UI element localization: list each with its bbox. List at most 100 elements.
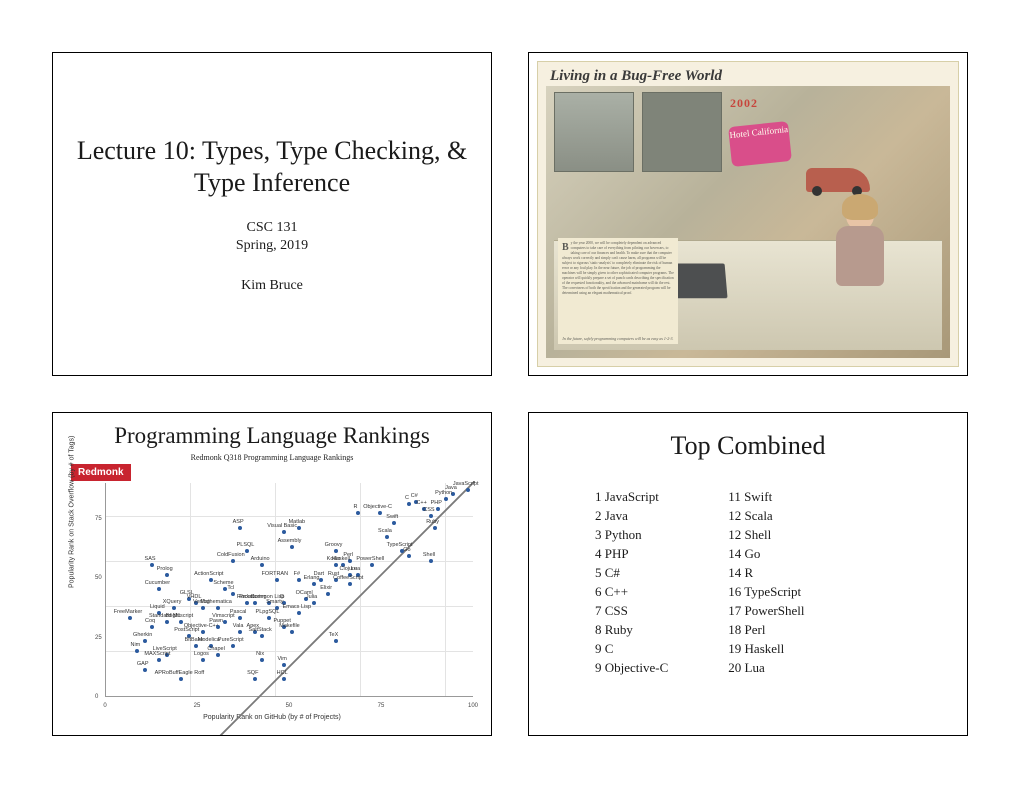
data-point: [275, 578, 279, 582]
y-axis-label: Popularity Rank on Stack Overflow (by # …: [69, 436, 76, 588]
data-point-label: APRoBuffEagle Roff: [155, 670, 205, 676]
data-point: [238, 526, 242, 530]
data-point: [238, 630, 242, 634]
data-point: [143, 668, 147, 672]
data-point-label: Arduino: [251, 556, 270, 562]
ranking-item: 18 Perl: [728, 622, 804, 638]
neon-sign: Hotel California: [728, 121, 792, 167]
data-point: [436, 507, 440, 511]
ranking-item: 4 PHP: [595, 546, 668, 562]
data-point-label: C++: [416, 499, 426, 505]
data-point-label: Emacs Lisp: [283, 604, 311, 610]
data-point-label: Logos: [194, 651, 209, 657]
ranking-item: 3 Python: [595, 527, 668, 543]
data-point-label: ActionScript: [194, 570, 223, 576]
ranking-item: 9 C: [595, 641, 668, 657]
year-sign: 2002: [730, 96, 758, 111]
data-point-label: Python: [435, 490, 452, 496]
data-point: [209, 578, 213, 582]
data-point: [312, 582, 316, 586]
drop-cap: B: [562, 241, 569, 255]
data-point-label: GAP: [137, 660, 149, 666]
data-point-label: Ruby: [426, 518, 439, 524]
data-point-label: Visual Basic: [267, 523, 297, 529]
ranking-item: 19 Haskell: [728, 641, 804, 657]
data-point: [194, 644, 198, 648]
data-point: [128, 616, 132, 620]
data-point: [290, 545, 294, 549]
ranking-item: 14 Go: [728, 546, 804, 562]
x-tick: 50: [286, 703, 293, 709]
x-tick: 75: [378, 703, 385, 709]
data-point: [143, 639, 147, 643]
ranking-item: 17 PowerShell: [728, 603, 804, 619]
data-point-label: Erlang: [304, 575, 320, 581]
ad-body-text: B y the year 2000, we will be completely…: [558, 238, 678, 344]
data-point-label: SaltStack: [249, 627, 272, 633]
rankings-columns: 1 JavaScript2 Java3 Python4 PHP5 C#6 C++…: [557, 489, 939, 676]
data-point-label: Nim: [130, 641, 140, 647]
data-point-label: SAS: [145, 556, 156, 562]
data-point: [297, 578, 301, 582]
data-point-label: Scala: [378, 528, 392, 534]
shop-window-icon: [642, 92, 722, 172]
ranking-item: 12 Scala: [728, 508, 804, 524]
y-tick: 50: [95, 575, 102, 581]
ad-illustration: 2002 Hotel California B y the year 2000,…: [546, 86, 950, 358]
ad-frame: Living in a Bug-Free World 2002 Hotel Ca…: [537, 61, 959, 367]
hovercar-icon: [806, 168, 870, 192]
data-point: [312, 601, 316, 605]
y-tick: 75: [95, 516, 102, 522]
data-point: [297, 611, 301, 615]
data-point-label: Vim: [277, 656, 286, 662]
data-point: [231, 644, 235, 648]
data-point-label: Mathematica: [200, 599, 232, 605]
data-point-label: ColdFusion: [217, 552, 245, 558]
data-point-label: F#: [294, 570, 300, 576]
data-point: [290, 630, 294, 634]
ranking-item: 8 Ruby: [595, 622, 668, 638]
ad-footer: In the future, safely programming comput…: [558, 336, 678, 342]
data-point: [334, 639, 338, 643]
data-point: [165, 573, 169, 577]
data-point-label: Makefile: [279, 623, 299, 629]
slide-rankings-chart: Programming Language Rankings Redmonk Q3…: [52, 412, 492, 736]
data-point-label: Clojure: [340, 566, 357, 572]
data-point: [433, 526, 437, 530]
data-point-label: Prolog: [157, 566, 173, 572]
slide-title: Lecture 10: Types, Type Checking, & Type…: [52, 52, 492, 376]
data-point-label: Groovy: [325, 542, 343, 548]
rankings-left-column: 1 JavaScript2 Java3 Python4 PHP5 C#6 C++…: [595, 489, 668, 676]
data-point-label: Processing: [239, 594, 266, 600]
data-point-label: PLpgSQL: [256, 608, 280, 614]
data-point-label: Julia: [306, 594, 317, 600]
ranking-item: 1 JavaScript: [595, 489, 668, 505]
data-point: [150, 625, 154, 629]
data-point: [466, 488, 470, 492]
rankings-title: Top Combined: [557, 431, 939, 461]
data-point: [253, 677, 257, 681]
redmonk-brand: Redmonk: [71, 464, 131, 481]
person-figure: [820, 198, 900, 318]
data-point: [429, 559, 433, 563]
slide-top-combined: Top Combined 1 JavaScript2 Java3 Python4…: [528, 412, 968, 736]
y-tick: 25: [95, 635, 102, 641]
rankings-right-column: 11 Swift12 Scala12 Shell14 Go14 R16 Type…: [728, 489, 804, 676]
data-point: [400, 549, 404, 553]
author-name: Kim Bruce: [241, 278, 303, 294]
data-point-label: Shell: [423, 552, 435, 558]
data-point-label: TeX: [329, 632, 338, 638]
x-tick: 100: [468, 703, 478, 709]
data-point: [282, 663, 286, 667]
data-point-label: PostScript: [174, 627, 199, 633]
data-point-label: FreeMarker: [114, 608, 142, 614]
data-point-label: Smarty: [266, 599, 283, 605]
lecture-title: Lecture 10: Types, Type Checking, & Type…: [73, 135, 471, 200]
chart-shell: Redmonk Q318 Programming Language Rankin…: [69, 453, 475, 723]
data-point-label: C: [405, 495, 409, 501]
data-point-label: Gherkin: [133, 632, 152, 638]
slide-bugfree-ad: Living in a Bug-Free World 2002 Hotel Ca…: [528, 52, 968, 376]
data-point-label: PureScript: [218, 637, 244, 643]
x-tick: 0: [103, 703, 106, 709]
data-point: [429, 514, 433, 518]
